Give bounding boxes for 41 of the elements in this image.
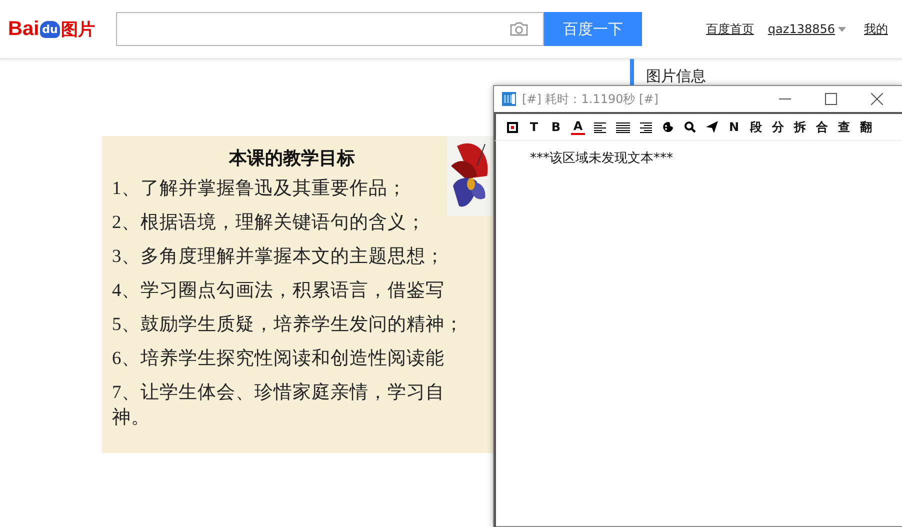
- camera-icon[interactable]: [508, 21, 529, 37]
- close-icon[interactable]: [871, 93, 883, 105]
- align-right-icon[interactable]: [640, 122, 652, 132]
- slide-line: 7、让学生体会、珍惜家庭亲情，学习自: [112, 381, 444, 405]
- caret-icon[interactable]: [838, 26, 846, 32]
- toolbar-button[interactable]: T: [523, 120, 545, 134]
- align-left-icon[interactable]: [594, 122, 606, 132]
- toolbar-button[interactable]: 查: [833, 118, 855, 136]
- toolbar-button[interactable]: B: [545, 120, 567, 134]
- header-link[interactable]: 我的: [864, 20, 888, 38]
- justify-icon[interactable]: [616, 122, 630, 132]
- search-field[interactable]: [116, 12, 544, 46]
- maximize-icon[interactable]: [825, 93, 837, 105]
- toolbar-button[interactable]: 合: [811, 118, 833, 136]
- toolbar-button[interactable]: 翻: [855, 118, 877, 136]
- toolbar-button[interactable]: N: [723, 120, 745, 134]
- logo-text: 图片: [60, 18, 95, 40]
- header-link[interactable]: qaz138856: [768, 22, 835, 36]
- toolbar-button[interactable]: 分: [767, 118, 789, 136]
- send-icon[interactable]: [706, 121, 718, 133]
- stop-icon[interactable]: [507, 122, 518, 132]
- panel-title: 图片信息: [646, 67, 707, 86]
- logo-text: Bai: [8, 18, 40, 40]
- font-color-button[interactable]: A: [571, 120, 585, 134]
- slide-line: 2、根据语境，理解关键语句的含义；: [112, 212, 426, 235]
- window-title: [#] 耗时：1.1190秒 [#]: [522, 90, 660, 108]
- slide-line: 3、多角度理解并掌握本文的主题思想；: [112, 245, 444, 269]
- slide-title: 本课的教学目标: [228, 147, 356, 168]
- app-icon: [502, 92, 516, 106]
- slide-line: 4、学习圈点勾画法，积累语言，借鉴写: [112, 279, 444, 303]
- toolbar-button[interactable]: 拆: [789, 118, 811, 136]
- search-icon[interactable]: [684, 121, 696, 133]
- slide-line: 6、培养学生探究性阅读和创造性阅读能: [112, 347, 444, 371]
- slide-line: 1、了解并掌握鲁迅及其重要作品；: [112, 178, 406, 201]
- toolbar-button[interactable]: 段: [745, 118, 767, 136]
- palette-icon[interactable]: [662, 121, 674, 133]
- slide-line: 5、鼓励学生质疑，培养学生发问的精神；: [112, 313, 464, 337]
- header-link[interactable]: 百度首页: [706, 20, 754, 38]
- slide-line: 神。: [112, 406, 150, 430]
- paw-logo: du: [40, 20, 60, 38]
- result-text: ***该区域未发现文本***: [530, 150, 674, 167]
